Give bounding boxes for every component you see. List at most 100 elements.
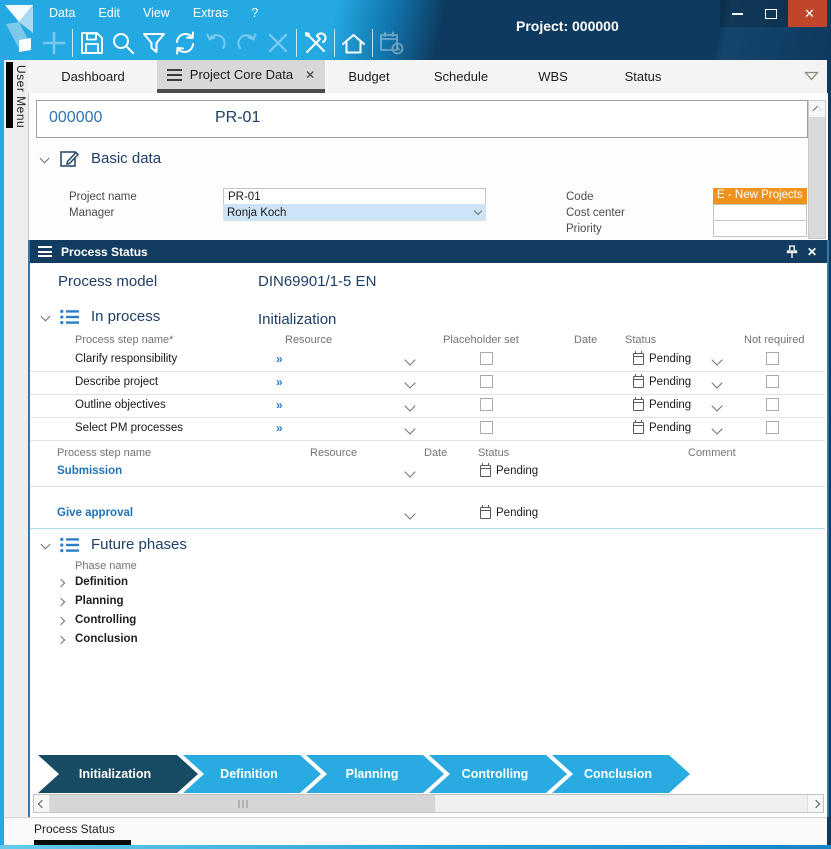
menu-view[interactable]: View bbox=[138, 5, 175, 21]
code-badge[interactable]: E - New Projects bbox=[713, 188, 807, 204]
panel-menu-icon[interactable] bbox=[38, 244, 52, 260]
tab-menu-icon[interactable] bbox=[167, 66, 182, 84]
record-header: 000000 PR-01 bbox=[36, 100, 808, 138]
expand-chevron-icon[interactable] bbox=[57, 636, 65, 644]
calendar-icon bbox=[633, 376, 644, 388]
redo-button[interactable] bbox=[231, 28, 262, 59]
filter-button[interactable] bbox=[138, 28, 169, 59]
calendar-icon bbox=[480, 507, 491, 519]
project-name-input[interactable] bbox=[223, 188, 486, 205]
collapse-chevron-icon[interactable] bbox=[41, 540, 51, 550]
save-button[interactable] bbox=[76, 28, 107, 59]
horizontal-scrollbar[interactable] bbox=[33, 794, 824, 813]
cost-center-input[interactable] bbox=[713, 204, 807, 221]
resource-link-icon[interactable]: » bbox=[276, 398, 283, 412]
status-field[interactable]: Pending bbox=[633, 352, 691, 365]
tab-status[interactable]: Status bbox=[597, 60, 689, 93]
not-required-checkbox[interactable] bbox=[766, 421, 779, 434]
manager-select[interactable]: Ronja Koch bbox=[223, 204, 486, 221]
scrollbar-thumb[interactable] bbox=[50, 795, 435, 812]
resource-dropdown-icon[interactable] bbox=[404, 423, 415, 434]
expand-chevron-icon[interactable] bbox=[57, 598, 65, 606]
flow-phase-conclusion[interactable]: Conclusion bbox=[552, 755, 690, 793]
status-value: Pending bbox=[496, 507, 538, 519]
status-field[interactable]: Pending bbox=[633, 375, 691, 388]
app-logo-icon bbox=[2, 2, 40, 57]
panel-close-icon[interactable]: ✕ bbox=[807, 245, 817, 259]
user-menu-strip[interactable]: User Menu bbox=[4, 60, 28, 845]
menu-help[interactable]: ? bbox=[246, 5, 263, 21]
status-dropdown-icon[interactable] bbox=[711, 400, 722, 411]
resource-dropdown-icon[interactable] bbox=[404, 466, 415, 477]
panel-header[interactable]: Process Status ✕ bbox=[30, 240, 827, 263]
not-required-checkbox[interactable] bbox=[766, 375, 779, 388]
menu-extras[interactable]: Extras bbox=[188, 5, 233, 21]
not-required-checkbox[interactable] bbox=[766, 352, 779, 365]
resource-link-icon[interactable]: » bbox=[276, 352, 283, 366]
placeholder-checkbox[interactable] bbox=[480, 352, 493, 365]
flow-phase-definition[interactable]: Definition bbox=[183, 755, 321, 793]
scroll-right-button[interactable] bbox=[807, 795, 823, 812]
status-field[interactable]: Pending bbox=[633, 398, 691, 411]
scrollbar-thumb[interactable] bbox=[809, 118, 825, 238]
maximize-button[interactable] bbox=[754, 0, 788, 27]
placeholder-checkbox[interactable] bbox=[480, 421, 493, 434]
resource-dropdown-icon[interactable] bbox=[404, 354, 415, 365]
pin-icon[interactable] bbox=[786, 245, 798, 259]
status-value: Pending bbox=[649, 422, 691, 434]
flow-phase-planning[interactable]: Planning bbox=[306, 755, 444, 793]
tools-button[interactable] bbox=[300, 28, 331, 59]
resource-dropdown-icon[interactable] bbox=[404, 400, 415, 411]
minimize-button[interactable] bbox=[720, 0, 754, 27]
status-dropdown-icon[interactable] bbox=[711, 423, 722, 434]
expand-chevron-icon[interactable] bbox=[57, 617, 65, 625]
scroll-up-button[interactable] bbox=[809, 101, 825, 118]
calendar-clock-button[interactable] bbox=[376, 28, 407, 59]
flow-phase-controlling[interactable]: Controlling bbox=[429, 755, 567, 793]
home-button[interactable] bbox=[338, 28, 369, 59]
search-button[interactable] bbox=[107, 28, 138, 59]
status-value: Pending bbox=[649, 376, 691, 388]
collapse-chevron-icon[interactable] bbox=[40, 154, 50, 164]
tab-schedule[interactable]: Schedule bbox=[413, 60, 509, 93]
tab-dashboard[interactable]: Dashboard bbox=[43, 60, 143, 93]
filter-icon bbox=[141, 30, 167, 56]
not-required-checkbox[interactable] bbox=[766, 398, 779, 411]
bottom-tab-process-status[interactable]: Process Status bbox=[34, 822, 115, 836]
tab-budget[interactable]: Budget bbox=[325, 60, 413, 93]
close-button[interactable]: ✕ bbox=[788, 0, 831, 27]
status-dropdown-icon[interactable] bbox=[711, 354, 722, 365]
toolbar-separator bbox=[72, 29, 73, 57]
cancel-button[interactable] bbox=[262, 28, 293, 59]
placeholder-checkbox[interactable] bbox=[480, 398, 493, 411]
status-field[interactable]: Pending bbox=[633, 421, 691, 434]
resource-link-icon[interactable]: » bbox=[276, 421, 283, 435]
tab-close-icon[interactable]: ✕ bbox=[305, 68, 315, 82]
priority-input[interactable] bbox=[713, 220, 807, 237]
vertical-scrollbar[interactable] bbox=[808, 100, 826, 239]
refresh-button[interactable] bbox=[169, 28, 200, 59]
cost-center-label: Cost center bbox=[566, 207, 625, 219]
resource-dropdown-icon[interactable] bbox=[404, 377, 415, 388]
milestone-link[interactable]: Give approval bbox=[57, 507, 133, 519]
placeholder-checkbox[interactable] bbox=[480, 375, 493, 388]
menu-data[interactable]: Data bbox=[44, 5, 80, 21]
tab-overflow-icon[interactable] bbox=[804, 71, 819, 81]
status-field[interactable]: Pending bbox=[480, 506, 538, 519]
window-bottom-border bbox=[0, 845, 831, 849]
status-dropdown-icon[interactable] bbox=[711, 377, 722, 388]
undo-button[interactable] bbox=[200, 28, 231, 59]
resource-link-icon[interactable]: » bbox=[276, 375, 283, 389]
add-button[interactable] bbox=[38, 28, 69, 59]
tab-wbs[interactable]: WBS bbox=[509, 60, 597, 93]
expand-chevron-icon[interactable] bbox=[57, 579, 65, 587]
resource-dropdown-icon[interactable] bbox=[404, 508, 415, 519]
status-field[interactable]: Pending bbox=[480, 464, 538, 477]
collapse-chevron-icon[interactable] bbox=[41, 312, 51, 322]
menu-edit[interactable]: Edit bbox=[93, 5, 125, 21]
status-value: Pending bbox=[649, 399, 691, 411]
milestone-link[interactable]: Submission bbox=[57, 465, 122, 477]
flow-phase-initialization[interactable]: Initialization bbox=[38, 755, 198, 793]
tab-project-core-data[interactable]: Project Core Data ✕ bbox=[157, 60, 325, 93]
scroll-left-button[interactable] bbox=[34, 795, 50, 812]
